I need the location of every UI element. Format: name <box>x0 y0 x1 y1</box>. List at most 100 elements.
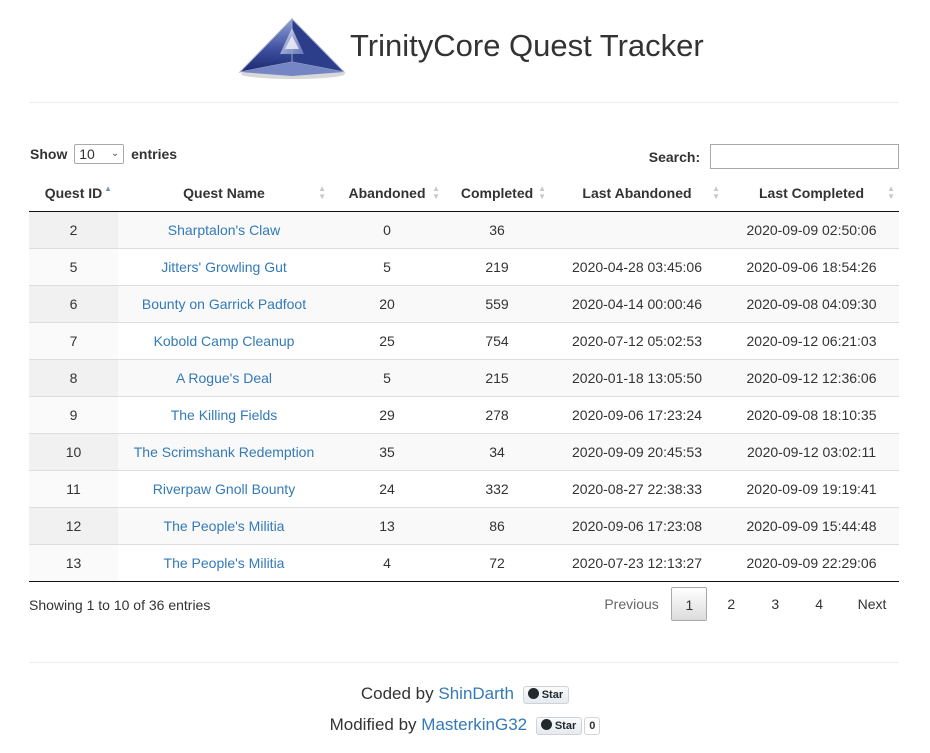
sort-icon: ▲ ▼ <box>887 184 895 201</box>
sort-icon: ▲ ▼ <box>712 184 720 201</box>
quest-id-cell: 13 <box>29 543 118 582</box>
quest-name-link[interactable]: Jitters' Growling Gut <box>161 259 287 275</box>
next-page-button[interactable]: Next <box>843 587 901 621</box>
page-button-1[interactable]: 1 <box>671 587 708 621</box>
quest-name-cell: Kobold Camp Cleanup <box>118 321 330 359</box>
last-abandoned-cell: 2020-07-23 12:13:27 <box>550 543 724 582</box>
last-completed-cell: 2020-09-09 19:19:41 <box>724 469 899 507</box>
sort-asc-icon: ▲ <box>104 184 112 193</box>
quest-name-cell: The Killing Fields <box>118 395 330 433</box>
quest-id-cell: 5 <box>29 247 118 285</box>
modified-by-line: Modified by MasterkinG32 Star 0 <box>0 715 930 735</box>
last-abandoned-cell: 2020-09-09 20:45:53 <box>550 432 724 470</box>
quest-id-cell: 12 <box>29 506 118 544</box>
page-button-3[interactable]: 3 <box>755 587 795 621</box>
abandoned-count-cell: 4 <box>330 543 444 582</box>
last-abandoned-cell: 2020-01-18 13:05:50 <box>550 358 724 396</box>
last-abandoned-cell: 2020-09-06 17:23:08 <box>550 506 724 544</box>
last-completed-cell: 2020-09-08 04:09:30 <box>724 284 899 322</box>
abandoned-count-cell: 20 <box>330 284 444 322</box>
last-completed-cell: 2020-09-09 02:50:06 <box>746 221 877 238</box>
quest-name-link[interactable]: Sharptalon's Claw <box>168 222 280 238</box>
column-header-completed[interactable]: Completed ▲ ▼ <box>444 176 550 212</box>
page-button-4[interactable]: 4 <box>799 587 839 621</box>
quest-name-cell: The Scrimshank Redemption <box>118 432 330 470</box>
github-star-button[interactable]: Star <box>522 685 570 704</box>
quest-id-cell: 2 <box>29 211 118 248</box>
page-length-control: Show 10 ⌄ entries <box>30 144 177 164</box>
search-input[interactable] <box>710 144 899 169</box>
table-row: 7 Kobold Camp Cleanup 25 754 2020-07-12 05:0… <box>29 321 899 359</box>
quest-name-link[interactable]: Riverpaw Gnoll Bounty <box>153 481 295 497</box>
table-row: 6 Bounty on Garrick Padfoot 20 559 2020-04-1… <box>29 284 899 322</box>
table-row: 13 The People's Militia 4 72 2020-07-23 12:1… <box>29 543 899 582</box>
quest-name-cell: Sharptalon's Claw <box>118 211 330 248</box>
abandoned-count-cell: 25 <box>330 321 444 359</box>
page-button-2[interactable]: 2 <box>711 587 751 621</box>
last-completed-cell: 2020-09-12 06:21:03 <box>724 321 899 359</box>
github-star-button[interactable]: Star <box>535 716 583 735</box>
last-abandoned-cell: 2020-04-14 00:00:46 <box>550 284 724 322</box>
quest-name-link[interactable]: The Killing Fields <box>171 407 278 423</box>
coded-by-label: Coded by <box>360 684 434 703</box>
table-row: 2 Sharptalon's Claw 0 36 2020-09-09 02:50:06 <box>29 211 899 248</box>
abandoned-count-cell: 29 <box>330 395 444 433</box>
quest-id-cell: 10 <box>29 432 118 470</box>
coded-by-line: Coded by ShinDarth Star <box>0 684 930 704</box>
completed-count-cell: 72 <box>444 543 550 582</box>
sort-icon: ▲ ▼ <box>538 184 546 201</box>
github-icon <box>527 687 539 699</box>
quest-name-cell: The People's Militia <box>118 506 330 544</box>
last-completed-cell: 2020-09-12 03:02:11 <box>724 432 899 470</box>
pagination: Previous 1 2 3 4 Next <box>596 587 901 623</box>
quest-name-link[interactable]: The People's Militia <box>164 518 285 534</box>
completed-count-cell: 219 <box>444 247 550 285</box>
last-abandoned-cell: 2020-07-12 05:02:53 <box>550 321 724 359</box>
page-length-select[interactable]: 10 ⌄ <box>74 144 125 164</box>
last-abandoned-cell: 2020-04-28 03:45:06 <box>550 247 724 285</box>
header-divider <box>29 102 899 103</box>
star-count-badge[interactable]: 0 <box>584 716 601 735</box>
table-row: 8 A Rogue's Deal 5 215 2020-01-18 13:05:50 20… <box>29 358 899 396</box>
quest-name-link[interactable]: The Scrimshank Redemption <box>134 444 315 460</box>
quest-name-cell: A Rogue's Deal <box>118 358 330 396</box>
previous-page-button[interactable]: Previous <box>596 587 668 621</box>
completed-count-cell: 754 <box>444 321 550 359</box>
last-abandoned-cell: 2020-09-06 17:23:24 <box>550 395 724 433</box>
github-icon <box>540 718 552 730</box>
table-row: 9 The Killing Fields 29 278 2020-09-06 17:23… <box>29 395 899 433</box>
sort-icon: ▲ ▼ <box>432 184 440 201</box>
modified-by-label: Modified by <box>329 715 417 734</box>
column-header-quest-id[interactable]: Quest ID ▲ <box>29 176 118 212</box>
quest-name-link[interactable]: Bounty on Garrick Padfoot <box>142 296 306 312</box>
quest-id-cell: 7 <box>29 321 118 359</box>
quest-id-cell: 11 <box>29 469 118 507</box>
author-link-shindarth[interactable]: ShinDarth <box>438 684 514 703</box>
column-header-quest-name[interactable]: Quest Name ▲ ▼ <box>118 176 330 212</box>
abandoned-count-cell: 0 <box>383 221 391 238</box>
completed-count-cell: 36 <box>489 221 505 238</box>
completed-count-cell: 278 <box>444 395 550 433</box>
column-header-last-abandoned[interactable]: Last Abandoned ▲ ▼ <box>550 176 724 212</box>
completed-count-cell: 215 <box>444 358 550 396</box>
quest-name-link[interactable]: The People's Militia <box>164 555 285 571</box>
last-completed-cell: 2020-09-09 22:29:06 <box>724 543 899 582</box>
abandoned-count-cell: 5 <box>330 247 444 285</box>
table-row: 5 Jitters' Growling Gut 5 219 2020-04-28 03:… <box>29 247 899 285</box>
last-completed-cell: 2020-09-12 12:36:06 <box>724 358 899 396</box>
search-control: Search: <box>649 144 899 169</box>
author-link-masterking32[interactable]: MasterkinG32 <box>421 715 527 734</box>
table-info: Showing 1 to 10 of 36 entries <box>29 597 211 613</box>
quest-table: Quest ID ▲ Quest Name ▲ ▼ Abandoned ▲ ▼ Co… <box>29 176 899 582</box>
quest-name-link[interactable]: A Rogue's Deal <box>176 370 272 386</box>
column-header-abandoned[interactable]: Abandoned ▲ ▼ <box>330 176 444 212</box>
abandoned-count-cell: 13 <box>330 506 444 544</box>
show-label: Show <box>30 146 68 162</box>
quest-name-link[interactable]: Kobold Camp Cleanup <box>154 333 295 349</box>
table-row: 11 Riverpaw Gnoll Bounty 24 332 2020-08-27 2… <box>29 469 899 507</box>
last-abandoned-cell: 2020-08-27 22:38:33 <box>550 469 724 507</box>
column-header-last-completed[interactable]: Last Completed ▲ ▼ <box>724 176 899 212</box>
footer-divider <box>29 662 899 663</box>
quest-id-cell: 8 <box>29 358 118 396</box>
search-label: Search: <box>648 148 701 165</box>
